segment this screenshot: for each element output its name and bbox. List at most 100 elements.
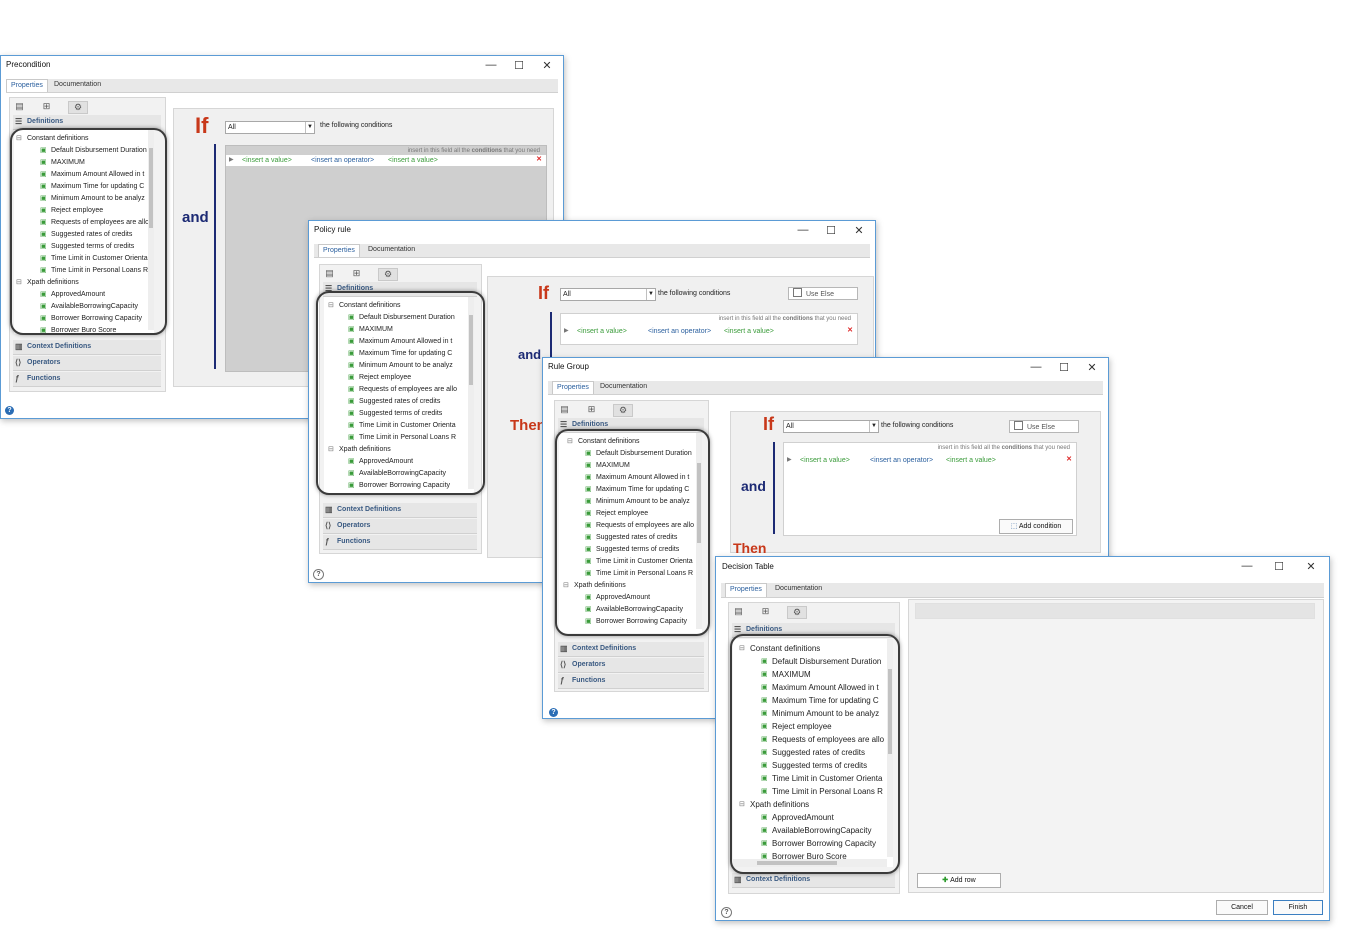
section-functions[interactable]: ƒ Functions — [323, 535, 477, 550]
checkbox-icon[interactable] — [793, 288, 802, 297]
title-bar[interactable]: Precondition — ☐ ✕ — [1, 56, 563, 74]
section-definitions[interactable]: ☰ Definitions — [558, 418, 704, 433]
maximize-button[interactable]: ☐ — [1050, 358, 1078, 376]
cancel-button[interactable]: Cancel — [1216, 900, 1268, 915]
title-bar[interactable]: Policy rule — ☐ ✕ — [309, 221, 875, 239]
section-context-definitions[interactable]: ▥ Context Definitions — [323, 503, 477, 518]
collapse-icon[interactable]: ⊟ — [328, 444, 334, 456]
title-bar[interactable]: Rule Group — ☐ ✕ — [543, 358, 1108, 376]
structure-icon[interactable]: ⊞ — [41, 101, 52, 112]
tree-horizontal-scrollbar[interactable] — [733, 859, 887, 867]
value-slot[interactable]: <insert a value> — [577, 328, 627, 335]
collapse-icon[interactable]: ⊟ — [16, 133, 22, 145]
help-icon[interactable]: ? — [5, 406, 14, 415]
section-context-definitions[interactable]: ▥ Context Definitions — [558, 642, 704, 657]
settings-icon[interactable]: ⚙ — [787, 606, 807, 619]
chevron-down-icon[interactable]: ▼ — [305, 122, 314, 133]
collapse-icon[interactable]: ⊟ — [16, 277, 22, 289]
structure-icon[interactable]: ⊞ — [351, 268, 362, 279]
close-button[interactable]: ✕ — [533, 56, 561, 74]
section-definitions[interactable]: ☰ Definitions — [732, 623, 895, 638]
title-bar[interactable]: Decision Table — ☐ ✕ — [716, 557, 1329, 575]
value-slot[interactable]: <insert a value> — [724, 328, 774, 335]
settings-icon[interactable]: ⚙ — [613, 404, 633, 417]
expand-icon[interactable]: ▶ — [564, 327, 569, 334]
section-operators[interactable]: ⟨⟩ Operators — [13, 356, 161, 371]
conditions-area[interactable]: insert in this field all the conditions … — [560, 313, 858, 345]
condition-row[interactable]: ▶ <insert a value> <insert an operator> … — [784, 455, 1076, 466]
operator-slot[interactable]: <insert an operator> — [870, 457, 933, 464]
collapse-icon[interactable]: ⊟ — [328, 300, 334, 312]
maximize-button[interactable]: ☐ — [817, 221, 845, 239]
section-context-definitions[interactable]: ▥ Context Definitions — [13, 340, 161, 355]
operator-slot[interactable]: <insert an operator> — [311, 157, 374, 164]
section-context-definitions[interactable]: ▥ Context Definitions — [732, 873, 895, 888]
tab-properties[interactable]: Properties — [6, 79, 48, 92]
maximize-button[interactable]: ☐ — [1263, 557, 1295, 575]
chevron-down-icon[interactable]: ▼ — [869, 421, 878, 432]
collapse-icon[interactable]: ⊟ — [739, 642, 745, 655]
delete-icon[interactable]: ✕ — [1066, 455, 1072, 463]
section-operators[interactable]: ⟨⟩ Operators — [558, 658, 704, 673]
tab-documentation[interactable]: Documentation — [364, 244, 419, 256]
minimize-button[interactable]: — — [789, 221, 817, 239]
delete-icon[interactable]: ✕ — [536, 155, 542, 163]
collapse-icon[interactable]: ⊟ — [567, 436, 573, 448]
minimize-button[interactable]: — — [1022, 358, 1050, 376]
match-dropdown[interactable]: All ▼ — [783, 420, 879, 433]
tab-properties[interactable]: Properties — [318, 244, 360, 257]
settings-icon[interactable]: ⚙ — [68, 101, 88, 114]
definitions-tree[interactable]: ⊟ Constant definitions ▣ Default Disbursem… — [733, 639, 893, 867]
tab-documentation[interactable]: Documentation — [771, 583, 826, 595]
tree-scrollbar[interactable] — [887, 639, 893, 857]
value-slot[interactable]: <insert a value> — [800, 457, 850, 464]
help-icon[interactable]: ? — [721, 907, 732, 918]
section-functions[interactable]: ƒ Functions — [558, 674, 704, 689]
section-functions[interactable]: ƒ Functions — [13, 372, 161, 387]
document-icon[interactable]: ▤ — [733, 606, 744, 617]
tab-documentation[interactable]: Documentation — [50, 79, 105, 91]
definitions-tree[interactable]: ⊟ Constant definitions ▣ Default Disbursem… — [324, 297, 474, 493]
tab-properties[interactable]: Properties — [725, 583, 767, 597]
tree-scrollbar[interactable] — [696, 433, 702, 629]
value-slot[interactable]: <insert a value> — [946, 457, 996, 464]
use-else-checkbox[interactable]: Use Else — [788, 287, 858, 300]
close-button[interactable]: ✕ — [1078, 358, 1106, 376]
structure-icon[interactable]: ⊞ — [586, 404, 597, 415]
collapse-icon[interactable]: ⊟ — [739, 798, 745, 811]
section-definitions[interactable]: ☰ Definitions — [323, 282, 477, 297]
tree-scrollbar[interactable] — [148, 130, 154, 330]
document-icon[interactable]: ▤ — [559, 404, 570, 415]
finish-button[interactable]: Finish — [1273, 900, 1323, 915]
definitions-tree[interactable]: ⊟ Constant definitions ▣ Default Disbursem… — [14, 130, 154, 334]
checkbox-icon[interactable] — [1014, 421, 1023, 430]
close-button[interactable]: ✕ — [1295, 557, 1327, 575]
close-button[interactable]: ✕ — [845, 221, 873, 239]
operator-slot[interactable]: <insert an operator> — [648, 328, 711, 335]
section-operators[interactable]: ⟨⟩ Operators — [323, 519, 477, 534]
expand-icon[interactable]: ▶ — [787, 456, 792, 463]
settings-icon[interactable]: ⚙ — [378, 268, 398, 281]
condition-row[interactable]: ▶ <insert a value> <insert an operator> … — [226, 155, 546, 166]
minimize-button[interactable]: — — [1231, 557, 1263, 575]
add-row-button[interactable]: ✚ Add row — [917, 873, 1001, 888]
tree-scrollbar[interactable] — [468, 297, 474, 489]
value-slot[interactable]: <insert a value> — [388, 157, 438, 164]
document-icon[interactable]: ▤ — [324, 268, 335, 279]
section-definitions[interactable]: ☰ Definitions — [13, 115, 161, 130]
expand-icon[interactable]: ▶ — [229, 156, 234, 163]
use-else-checkbox[interactable]: Use Else — [1009, 420, 1079, 433]
tab-documentation[interactable]: Documentation — [596, 381, 651, 393]
chevron-down-icon[interactable]: ▼ — [646, 289, 655, 300]
delete-icon[interactable]: ✕ — [847, 326, 853, 334]
structure-icon[interactable]: ⊞ — [760, 606, 771, 617]
help-icon[interactable]: ? — [313, 569, 324, 580]
definitions-tree[interactable]: ⊟ Constant definitions ▣ Default Disbursem… — [559, 433, 702, 633]
match-dropdown[interactable]: All ▼ — [225, 121, 315, 134]
help-icon[interactable]: ? — [549, 708, 558, 717]
document-icon[interactable]: ▤ — [14, 101, 25, 112]
condition-row[interactable]: ▶ <insert a value> <insert an operator> … — [561, 326, 857, 337]
add-condition-button[interactable]: ⬚ Add condition — [999, 519, 1073, 534]
tab-properties[interactable]: Properties — [552, 381, 594, 394]
value-slot[interactable]: <insert a value> — [242, 157, 292, 164]
